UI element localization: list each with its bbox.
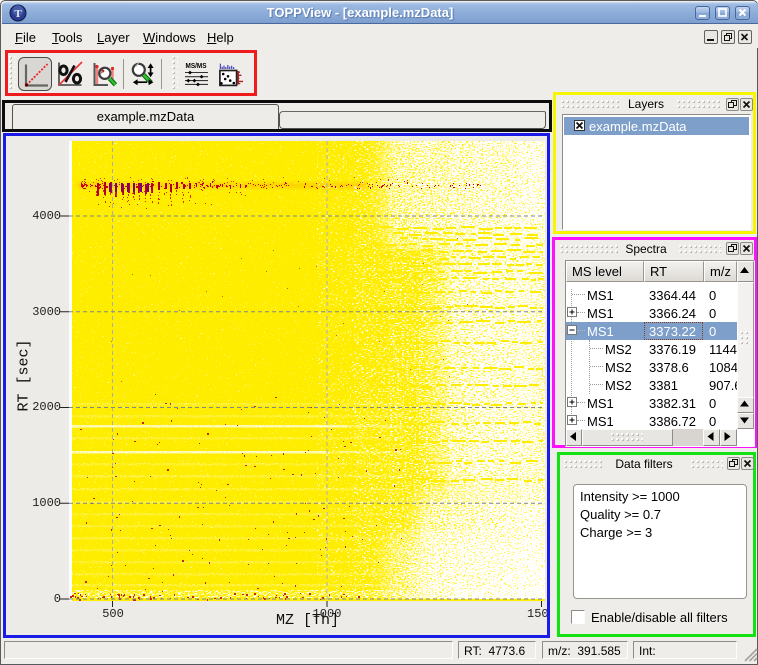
svg-text:MS/MS: MS/MS: [186, 61, 207, 70]
